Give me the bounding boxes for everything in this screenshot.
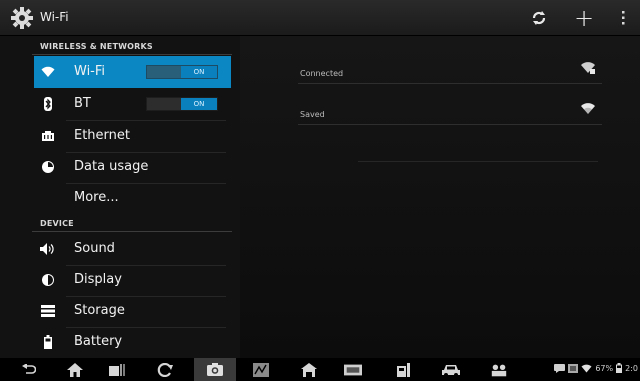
- back-button[interactable]: [20, 361, 38, 378]
- battery-percentage: 67%: [595, 363, 614, 373]
- sidebar-item-storage[interactable]: Storage: [34, 295, 231, 327]
- sidebar-item-sound[interactable]: Sound: [34, 233, 231, 265]
- bluetooth-icon: [40, 96, 56, 112]
- refresh-button[interactable]: [156, 361, 174, 378]
- remote-support-shortcut[interactable]: [490, 361, 508, 378]
- car-icon: [442, 364, 460, 377]
- add-icon: +: [573, 4, 595, 32]
- action-bar: Wi-Fi +: [0, 0, 640, 36]
- network-item-saved[interactable]: Saved: [298, 89, 602, 125]
- network-divider: [298, 83, 602, 84]
- bt-toggle[interactable]: ON: [146, 97, 218, 111]
- overflow-menu-icon: [622, 11, 625, 25]
- network-item-connected[interactable]: Connected: [298, 48, 602, 84]
- wifi-toggle[interactable]: ON: [146, 65, 218, 79]
- wifi-signal-icon: [581, 103, 595, 114]
- network-status: Saved: [300, 110, 325, 119]
- vci-shortcut[interactable]: [344, 361, 362, 378]
- sidebar-item-battery[interactable]: Battery: [34, 326, 231, 358]
- home-icon: [67, 362, 83, 377]
- home-button[interactable]: [66, 361, 84, 378]
- back-icon: [22, 363, 36, 374]
- network-status: Connected: [300, 69, 344, 78]
- sidebar-item-label: BT: [74, 96, 91, 111]
- overflow-menu-button[interactable]: [610, 5, 636, 31]
- wps-button[interactable]: [526, 5, 552, 31]
- diagnostic-shortcut[interactable]: [252, 361, 270, 378]
- vehicle-shortcut[interactable]: [442, 361, 460, 378]
- sidebar-item-wifi[interactable]: Wi-Fi ON: [34, 56, 231, 88]
- network-divider: [298, 124, 602, 125]
- refresh-icon: [157, 362, 173, 377]
- sidebar-item-label: Sound: [74, 241, 115, 256]
- vci-icon: [344, 364, 362, 375]
- section-header-device: DEVICE: [40, 219, 74, 228]
- sidebar-item-label: Display: [74, 272, 122, 287]
- clock: 2:0: [625, 363, 638, 373]
- page-title: Wi-Fi: [40, 10, 69, 24]
- wifi-network-list: Connected Saved: [240, 36, 640, 358]
- wifi-status-icon: [581, 364, 592, 372]
- screenshot-button[interactable]: [194, 358, 236, 381]
- sound-icon: [40, 241, 56, 257]
- add-network-button[interactable]: +: [571, 5, 597, 31]
- wifi-icon: [40, 64, 56, 80]
- notification-icon: [554, 363, 566, 373]
- display-icon: [40, 272, 56, 288]
- sidebar-item-data-usage[interactable]: Data usage: [34, 151, 231, 183]
- toggle-on-label: ON: [181, 66, 217, 78]
- battery-status-icon: [616, 363, 623, 373]
- sidebar-item-label: Wi-Fi: [74, 64, 106, 79]
- camera-icon: [207, 363, 223, 376]
- sidebar-item-label: More...: [74, 190, 119, 205]
- garage-icon: [301, 362, 317, 377]
- tools-icon: [397, 362, 410, 377]
- tools-shortcut[interactable]: [396, 361, 414, 378]
- section-header-wireless: WIRELESS & NETWORKS: [40, 42, 153, 51]
- sidebar-item-display[interactable]: Display: [34, 264, 231, 296]
- wps-icon: [532, 11, 546, 25]
- battery-icon: [40, 334, 56, 350]
- data-usage-icon: [40, 159, 56, 175]
- list-divider: [358, 161, 598, 162]
- sidebar-item-ethernet[interactable]: Ethernet: [34, 120, 231, 152]
- status-area: 67% 2:0: [554, 363, 638, 373]
- garage-shortcut[interactable]: [300, 361, 318, 378]
- settings-sidebar: WIRELESS & NETWORKS Wi-Fi ON BT ON Ether…: [0, 36, 240, 358]
- sidebar-item-label: Ethernet: [74, 128, 130, 143]
- people-icon: [491, 364, 507, 376]
- section-divider: [32, 231, 232, 232]
- recent-apps-button[interactable]: [108, 361, 126, 378]
- recent-apps-icon: [109, 363, 125, 376]
- image-notification-icon: [568, 363, 579, 373]
- sidebar-item-more[interactable]: More...: [34, 182, 231, 214]
- toggle-on-label: ON: [181, 98, 217, 110]
- system-navigation-bar: 67% 2:0: [0, 358, 640, 381]
- sidebar-item-label: Data usage: [74, 159, 149, 174]
- ethernet-icon: [40, 128, 56, 144]
- wifi-lock-icon: [581, 62, 595, 74]
- sidebar-item-label: Battery: [74, 334, 123, 349]
- storage-icon: [40, 303, 56, 319]
- sidebar-item-label: Storage: [74, 303, 125, 318]
- diagnostic-icon: [253, 362, 269, 377]
- sidebar-item-bt[interactable]: BT ON: [34, 88, 231, 120]
- settings-gear-icon[interactable]: [10, 6, 34, 30]
- section-divider: [32, 54, 232, 55]
